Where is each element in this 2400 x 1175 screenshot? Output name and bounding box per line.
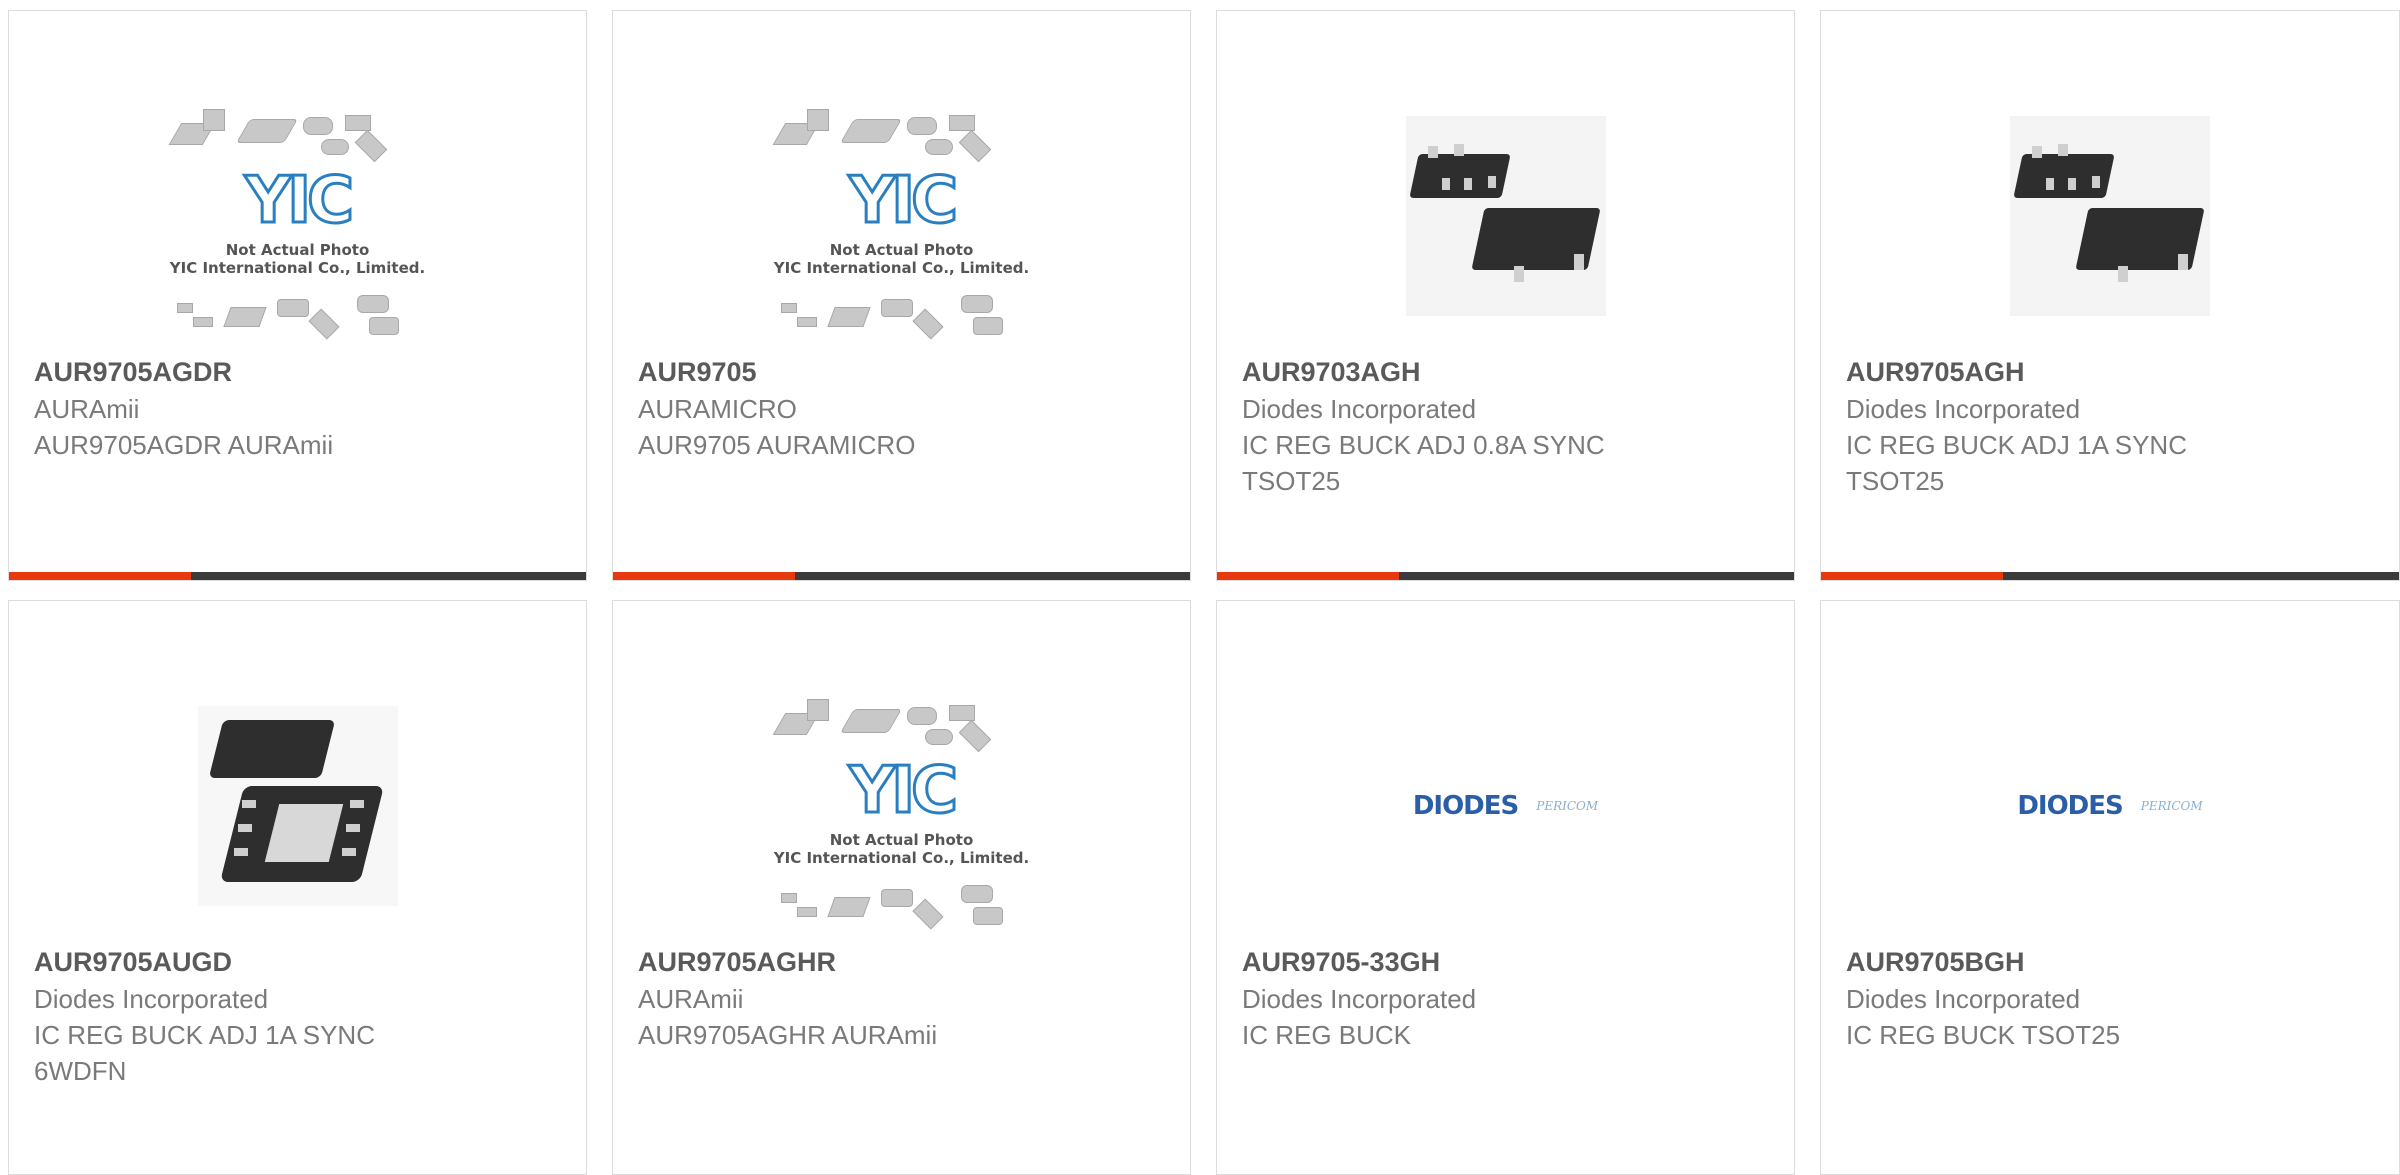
manufacturer: Diodes Incorporated (1242, 394, 1477, 424)
description: IC REG BUCK (1242, 1020, 1412, 1050)
product-card[interactable]: AUR9705AUGD Diodes Incorporated IC REG B… (8, 600, 587, 1175)
manufacturer: Diodes Incorporated (1242, 984, 1477, 1014)
description: IC REG BUCK ADJ 1A SYNC TSOT25 (1846, 430, 2187, 496)
description: IC REG BUCK TSOT25 (1846, 1020, 2121, 1050)
product-image: YIC Not Actual Photo YIC International C… (767, 671, 1037, 941)
pericom-logo-text: PERICOM (1536, 799, 1599, 813)
product-image: YIC Not Actual Photo YIC International C… (163, 81, 433, 351)
not-actual-photo-placeholder: YIC Not Actual Photo YIC International C… (767, 81, 1037, 351)
product-image: YIC Not Actual Photo YIC International C… (767, 81, 1037, 351)
manufacturer: AURAmii (638, 984, 744, 1014)
part-number: AUR9705AGH (1846, 357, 2025, 387)
dfn-package-image (197, 706, 398, 906)
yic-logo: YIC (243, 164, 355, 238)
product-card[interactable]: YIC Not Actual Photo YIC International C… (612, 10, 1191, 581)
diodes-logo-text: DIODES (2017, 791, 2123, 821)
pericom-logo-text: PERICOM (2140, 799, 2203, 813)
part-number: AUR9705AGDR (34, 357, 233, 387)
not-actual-photo-placeholder: YIC Not Actual Photo YIC International C… (163, 81, 433, 351)
not-actual-photo-placeholder: YIC Not Actual Photo YIC International C… (767, 671, 1037, 941)
part-number: AUR9705AUGD (34, 947, 233, 977)
diodes-pericom-logo: DIODES PERICOM (1413, 791, 1598, 821)
product-card[interactable]: DIODES PERICOM AUR9705-33GH Diodes Incor… (1216, 600, 1795, 1175)
card-footer-bar (613, 572, 1190, 580)
part-number: AUR9705-33GH (1242, 947, 1441, 977)
manufacturer: Diodes Incorporated (34, 984, 269, 1014)
description: AUR9705 AURAMICRO (638, 430, 916, 460)
description: IC REG BUCK ADJ 0.8A SYNC TSOT25 (1242, 430, 1605, 496)
manufacturer: Diodes Incorporated (1846, 984, 2081, 1014)
diodes-logo-text: DIODES (1412, 791, 1519, 821)
product-image: DIODES PERICOM (1371, 671, 1641, 941)
product-image (1975, 81, 2245, 351)
product-card[interactable]: YIC Not Actual Photo YIC International C… (612, 600, 1191, 1175)
card-footer-bar (1821, 572, 2399, 580)
not-actual-photo-text: Not Actual Photo YIC International Co., … (169, 241, 426, 277)
product-image (1371, 81, 1641, 351)
not-actual-photo-text: Not Actual Photo YIC International Co., … (773, 241, 1030, 277)
sot-package-image (2010, 116, 2210, 316)
not-actual-photo-text: Not Actual Photo YIC International Co., … (773, 831, 1030, 867)
product-card[interactable]: YIC Not Actual Photo YIC International C… (8, 10, 587, 581)
description: IC REG BUCK ADJ 1A SYNC 6WDFN (34, 1020, 375, 1086)
manufacturer: AURAmii (34, 394, 140, 424)
description: AUR9705AGHR AURAmii (638, 1020, 938, 1050)
product-image: DIODES PERICOM (1975, 671, 2245, 941)
product-card[interactable]: DIODES PERICOM AUR9705BGH Diodes Incorpo… (1820, 600, 2400, 1175)
sot-package-image (1405, 116, 1606, 316)
part-number: AUR9703AGH (1242, 357, 1421, 387)
diodes-pericom-logo: DIODES PERICOM (2017, 791, 2202, 821)
yic-logo: YIC (847, 164, 959, 238)
product-card[interactable]: AUR9703AGH Diodes Incorporated IC REG BU… (1216, 10, 1795, 581)
part-number: AUR9705BGH (1846, 947, 2025, 977)
yic-logo: YIC (847, 754, 959, 828)
part-number: AUR9705AGHR (638, 947, 837, 977)
card-footer-bar (1217, 572, 1794, 580)
manufacturer: Diodes Incorporated (1846, 394, 2081, 424)
product-image (163, 671, 433, 941)
product-card[interactable]: AUR9705AGH Diodes Incorporated IC REG BU… (1820, 10, 2400, 581)
manufacturer: AURAMICRO (638, 394, 797, 424)
description: AUR9705AGDR AURAmii (34, 430, 334, 460)
part-number: AUR9705 (638, 357, 757, 387)
card-footer-bar (9, 572, 586, 580)
